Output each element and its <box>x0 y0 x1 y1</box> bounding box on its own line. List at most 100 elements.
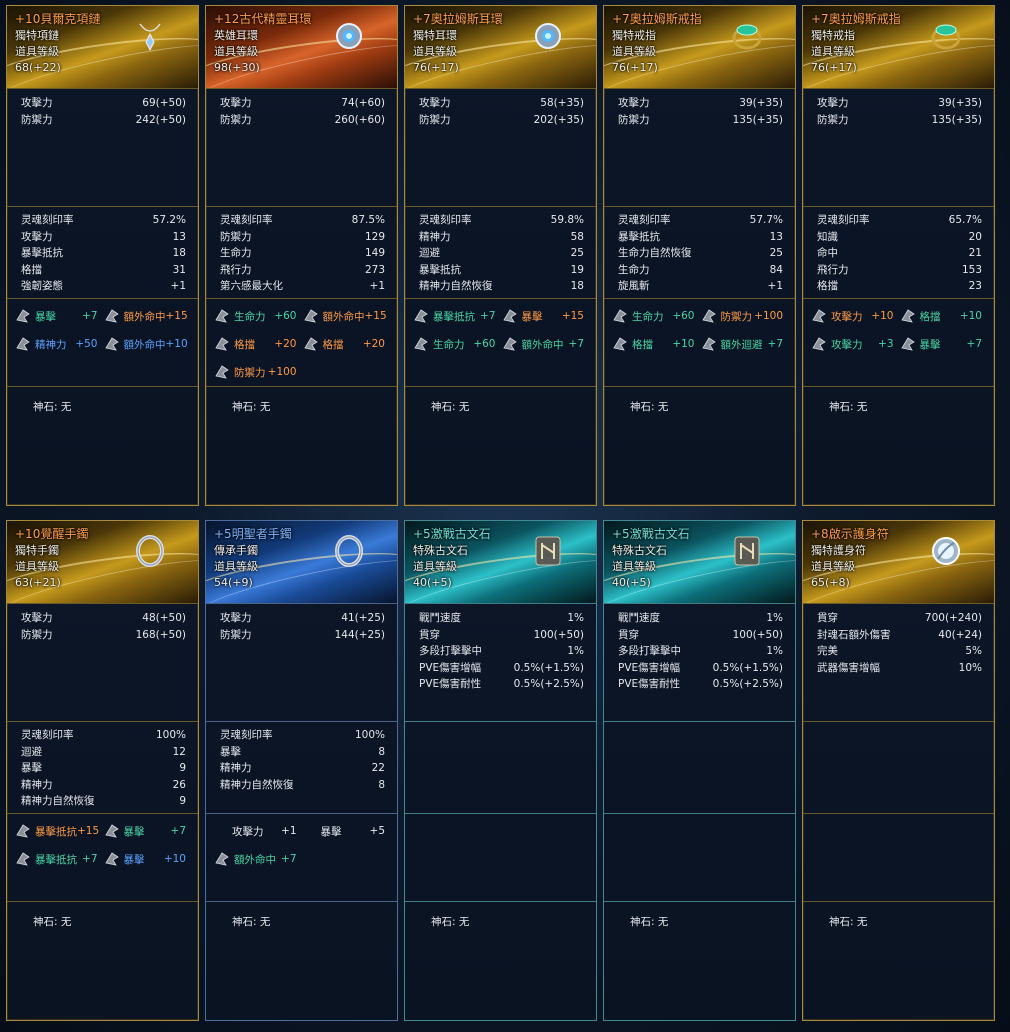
manastone-label: 格擋 <box>322 338 344 351</box>
item-card[interactable]: +10貝爾克項鏈 獨特項鏈 道具等級 68(+22) 攻擊力 69(+50) 防禦力 242(… <box>6 5 199 506</box>
stat-label: 貫穿 <box>817 612 838 624</box>
manastone-section: 暴擊抵抗 +7 暴擊 +15 生命力 +60 額外命中 +7 <box>405 298 596 386</box>
base-stats: 攻擊力 74(+60) 防禦力 260(+60) <box>206 88 397 206</box>
rune-stone-icon <box>530 533 566 569</box>
item-header-text: +7奧拉姆斯戒指 獨特戒指 道具等級 76(+17) <box>811 10 901 76</box>
manastone-slot[interactable]: 防禦力 +100 <box>701 305 790 327</box>
manastone-label: 額外命中 <box>123 310 166 323</box>
manastone-slot[interactable]: 攻擊力 +10 <box>811 305 900 327</box>
item-header: +8啟示護身符 獨特護身符 道具等級 65(+8) <box>803 521 994 603</box>
manastone-slot[interactable]: 額外命中 +7 <box>502 333 591 355</box>
manastone-slot[interactable]: 格擋 +10 <box>900 305 989 327</box>
soul-value: 57.7% <box>749 214 783 226</box>
item-header-text: +7奧拉姆斯耳環 獨特耳環 道具等級 76(+17) <box>413 10 503 76</box>
soul-row: 灵魂刻印率 59.8% <box>419 212 584 229</box>
soul-value: 59.8% <box>550 214 584 226</box>
soul-imprint-stats <box>405 721 596 813</box>
item-card[interactable]: +7奧拉姆斯戒指 獨特戒指 道具等級 76(+17) 攻擊力 39(+35) 防禦力 135(… <box>802 5 995 506</box>
manastone-value: +10 <box>871 310 894 322</box>
item-card[interactable]: +12古代精靈耳環 英雄耳環 道具等級 98(+30) 攻擊力 74(+60) 防禦力 260… <box>205 5 398 506</box>
manastone-icon <box>214 308 234 324</box>
amulet-icon <box>928 533 964 569</box>
item-level-label: 道具等級 <box>413 45 457 58</box>
stat-row: PVE傷害耐性 0.5%(+2.5%) <box>419 676 584 693</box>
manastone-label: 防禦力 <box>234 366 266 379</box>
base-stats: 貫穿 700(+240) 封魂石額外傷害 40(+24) 完美 5% 武器傷害增幅 10% <box>803 603 994 721</box>
item-name: +10覺醒手鐲 <box>15 527 89 541</box>
manastone-slot[interactable]: 暴擊 +7 <box>900 333 989 355</box>
manastone-value: +7 <box>82 853 98 865</box>
soul-label: 灵魂刻印率 <box>618 214 671 226</box>
soul-label: 生命力自然恢復 <box>618 247 692 259</box>
stat-row: 攻擊力 41(+25) <box>220 610 385 627</box>
manastone-slot[interactable]: 格擋 +20 <box>303 333 392 355</box>
item-type: 獨特戒指 <box>811 29 855 42</box>
item-card[interactable]: +5激戰古文石 特殊古文石 道具等級 40(+5) 戰鬥速度 1% 貫穿 100(+50) 多段… <box>603 520 796 1021</box>
manastone-section <box>405 813 596 901</box>
soul-label: 暴擊 <box>21 762 42 774</box>
item-card[interactable]: +7奧拉姆斯耳環 獨特耳環 道具等級 76(+17) 攻擊力 58(+35) 防禦力 202(… <box>404 5 597 506</box>
manastone-icon <box>104 336 124 352</box>
base-stats: 攻擊力 41(+25) 防禦力 144(+25) <box>206 603 397 721</box>
item-level: 65(+8) <box>811 576 850 589</box>
manastone-slot[interactable]: 暴擊 +15 <box>502 305 591 327</box>
stat-value: 100(+50) <box>533 628 584 641</box>
soul-value: 8 <box>378 745 385 758</box>
godstone-section: 神石: 无 <box>405 386 596 505</box>
manastone-slot[interactable]: 暴擊 +7 <box>15 305 104 327</box>
stat-label: PVE傷害耐性 <box>419 678 482 690</box>
stat-value: 10% <box>958 661 982 674</box>
manastone-slot[interactable]: 攻擊力 +3 <box>811 333 900 355</box>
manastone-slot[interactable]: 生命力 +60 <box>413 333 502 355</box>
item-level-label: 道具等級 <box>811 45 855 58</box>
stat-label: 完美 <box>817 645 838 657</box>
item-type: 英雄耳環 <box>214 29 258 42</box>
manastone-slot[interactable]: 格擋 +10 <box>612 333 701 355</box>
manastone-slot[interactable]: 額外命中 +15 <box>104 305 193 327</box>
item-card[interactable]: +8啟示護身符 獨特護身符 道具等級 65(+8) 貫穿 700(+240) 封魂石額外傷害… <box>802 520 995 1021</box>
base-stats: 攻擊力 58(+35) 防禦力 202(+35) <box>405 88 596 206</box>
soul-label: 精神力自然恢復 <box>21 795 95 807</box>
manastone-slot[interactable]: 暴擊抵抗 +7 <box>413 305 502 327</box>
soul-value: 12 <box>172 745 186 758</box>
item-card[interactable]: +7奧拉姆斯戒指 獨特戒指 道具等級 76(+17) 攻擊力 39(+35) 防禦力 135(… <box>603 5 796 506</box>
item-card[interactable]: +10覺醒手鐲 獨特手鐲 道具等級 63(+21) 攻擊力 48(+50) 防禦力 168(+… <box>6 520 199 1021</box>
stat-value: 74(+60) <box>341 97 385 109</box>
manastone-slot[interactable]: 額外命中 +15 <box>303 305 392 327</box>
manastone-slot[interactable]: 暴擊 +5 <box>303 820 392 842</box>
manastone-icon <box>104 308 124 324</box>
manastone-slot[interactable]: 生命力 +60 <box>612 305 701 327</box>
manastone-value: +7 <box>82 310 98 322</box>
manastone-icon <box>701 336 721 352</box>
item-card[interactable]: +5明聖者手鐲 傳承手鐲 道具等級 54(+9) 攻擊力 41(+25) 防禦力 144(+2… <box>205 520 398 1021</box>
manastone-slot[interactable]: 額外迴避 +7 <box>701 333 790 355</box>
manastone-slot[interactable]: 格擋 +20 <box>214 333 303 355</box>
manastone-label: 暴擊 <box>35 310 56 323</box>
godstone-section: 神石: 无 <box>206 386 397 505</box>
manastone-slot[interactable]: 額外命中 +10 <box>104 333 193 355</box>
item-level-label: 道具等級 <box>214 560 258 573</box>
item-card[interactable]: +5激戰古文石 特殊古文石 道具等級 40(+5) 戰鬥速度 1% 貫穿 100(+50) 多段… <box>404 520 597 1021</box>
soul-label: 強韌姿態 <box>21 280 63 292</box>
soul-row: 灵魂刻印率 87.5% <box>220 212 385 229</box>
stat-label: 多段打擊擊中 <box>419 645 482 657</box>
godstone-text: 神石: 无 <box>33 401 72 413</box>
manastone-slot[interactable]: 精神力 +50 <box>15 333 104 355</box>
manastone-slot[interactable]: 防禦力 +100 <box>214 361 303 383</box>
item-header: +5明聖者手鐲 傳承手鐲 道具等級 54(+9) <box>206 521 397 603</box>
manastone-slot[interactable]: 暴擊抵抗 +7 <box>15 848 104 870</box>
soul-label: 精神力 <box>220 762 252 774</box>
soul-row: 格擋 23 <box>817 278 982 295</box>
manastone-label: 格擋 <box>919 310 941 323</box>
item-type: 獨特戒指 <box>612 29 656 42</box>
soul-label: 攻擊力 <box>21 230 53 243</box>
manastone-slot[interactable]: 暴擊 +7 <box>104 820 193 842</box>
manastone-slot[interactable]: 暴擊抵抗 +15 <box>15 820 104 842</box>
manastone-section <box>604 813 795 901</box>
manastone-slot[interactable]: 攻擊力 +1 <box>214 820 303 842</box>
manastone-slot[interactable]: 生命力 +60 <box>214 305 303 327</box>
manastone-label: 額外命中 <box>123 338 166 351</box>
manastone-slot[interactable]: 暴擊 +10 <box>104 848 193 870</box>
soul-label: 暴擊抵抗 <box>419 263 461 276</box>
manastone-slot[interactable]: 額外命中 +7 <box>214 848 303 870</box>
